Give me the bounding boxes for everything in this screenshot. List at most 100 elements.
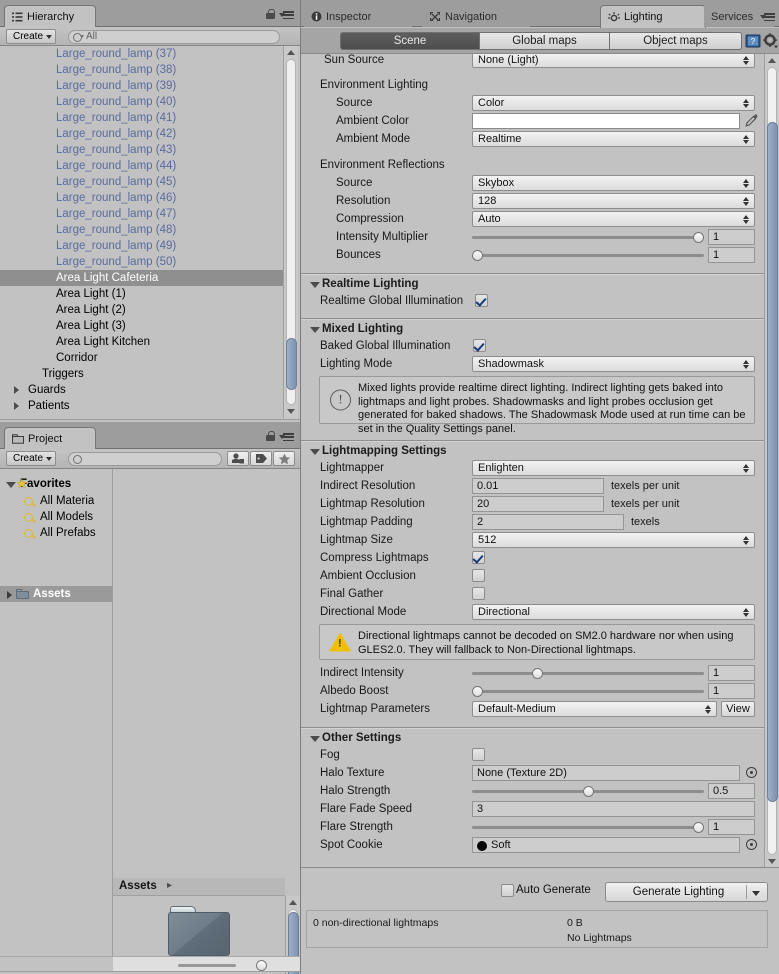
indirect-resolution-input[interactable]: 0.01 [472,478,604,494]
realtime-gi-checkbox[interactable] [475,294,488,307]
ambient-occlusion-checkbox[interactable] [472,569,485,582]
gear-icon[interactable] [763,33,778,52]
sun-source-dropdown[interactable]: None (Light) [472,54,755,68]
compress-lightmaps-checkbox[interactable] [472,551,485,564]
ambient-mode-dropdown[interactable]: Realtime [472,131,755,147]
tab-navigation[interactable]: Navigation [422,6,530,27]
directional-mode-dropdown[interactable]: Directional [472,604,755,620]
baked-gi-checkbox[interactable] [473,339,486,352]
hierarchy-item[interactable]: Large_round_lamp (37) [0,46,283,62]
flare-strength-value[interactable]: 1 [708,819,755,835]
lighting-settings-scroll-area[interactable]: Sun Source None (Light) Environment Ligh… [300,54,765,868]
hierarchy-create-button[interactable]: Create [6,29,57,44]
hierarchy-item[interactable]: Area Light (1) [0,286,283,302]
breadcrumb-assets[interactable]: Assets [119,880,157,892]
hierarchy-item[interactable]: Large_round_lamp (43) [0,142,283,158]
lighting-mode-dropdown[interactable]: Shadowmask [472,356,755,372]
refl-source-dropdown[interactable]: Skybox [472,175,755,191]
lightmapper-dropdown[interactable]: Enlighten [472,460,755,476]
label-filter-icon[interactable] [250,451,272,466]
mode-scene-button[interactable]: Scene [340,32,480,50]
tab-hierarchy[interactable]: Hierarchy [4,5,96,28]
hierarchy-item-foldout-icon[interactable] [14,386,19,394]
tab-inspector[interactable]: Inspector [304,6,412,27]
bounces-value[interactable]: 1 [708,247,755,263]
scroll-up-icon[interactable] [765,54,779,67]
foldout-icon[interactable] [310,449,320,455]
lighting-vertical-scrollbar[interactable] [764,54,779,868]
hierarchy-item[interactable]: Large_round_lamp (39) [0,78,283,94]
assets-foldout-icon[interactable] [7,591,12,599]
refl-resolution-dropdown[interactable]: 128 [472,193,755,209]
other-settings-header[interactable]: Other Settings [310,732,401,744]
hierarchy-item[interactable]: Large_round_lamp (41) [0,110,283,126]
indirect-intensity-slider[interactable] [472,665,704,681]
hierarchy-item-foldout-icon[interactable] [14,402,19,410]
lightmap-size-dropdown[interactable]: 512 [472,532,755,548]
albedo-boost-slider[interactable] [472,683,704,699]
lightmap-parameters-view-button[interactable]: View [721,701,755,717]
lightmap-padding-input[interactable]: 2 [472,514,624,530]
tab-lighting[interactable]: Lighting [600,5,706,28]
lightmap-resolution-input[interactable]: 20 [472,496,604,512]
mode-object-maps-button[interactable]: Object maps [610,32,742,50]
lightmap-parameters-dropdown[interactable]: Default-Medium [472,701,717,717]
lock-icon[interactable] [266,9,275,19]
project-create-button[interactable]: Create [6,451,57,466]
foldout-icon[interactable] [310,282,320,288]
hierarchy-item[interactable]: Area Light Kitchen [0,334,283,350]
hierarchy-item[interactable]: Corridor [0,350,283,366]
eyedropper-icon[interactable] [744,113,758,131]
indirect-intensity-value[interactable]: 1 [708,665,755,681]
scroll-down-icon[interactable] [284,405,298,418]
lighting-panel-menu-icon[interactable] [760,13,775,22]
hierarchy-item[interactable]: Large_round_lamp (46) [0,190,283,206]
help-book-icon[interactable]: ? [745,33,761,52]
object-picker-icon[interactable] [746,767,757,778]
project-assets-root[interactable]: Assets [33,588,71,600]
hierarchy-item[interactable]: Triggers [0,366,283,382]
asset-filter-icon[interactable] [227,451,249,466]
intensity-multiplier-slider[interactable] [472,229,704,245]
project-menu-icon[interactable] [279,433,294,442]
hierarchy-item[interactable]: Guards [0,382,283,398]
auto-generate-checkbox[interactable] [501,884,514,897]
project-zoom-slider-knob[interactable] [256,960,267,971]
hierarchy-item[interactable]: Patients [0,398,283,414]
flare-fade-speed-input[interactable]: 3 [472,801,755,817]
project-tree-pane[interactable]: Favorites ★ All Materia All Models All Pre… [0,469,113,959]
mode-global-maps-button[interactable]: Global maps [480,32,610,50]
generate-lighting-button[interactable]: Generate Lighting [605,882,768,902]
scroll-up-icon[interactable] [286,896,300,909]
panel-menu-icon[interactable] [279,11,294,20]
foldout-icon[interactable] [310,327,320,333]
realtime-lighting-header[interactable]: Realtime Lighting [310,278,418,290]
hierarchy-item[interactable]: Large_round_lamp (40) [0,94,283,110]
tab-project[interactable]: Project [4,427,96,450]
hierarchy-item[interactable]: Large_round_lamp (42) [0,126,283,142]
hierarchy-item[interactable]: Area Light (3) [0,318,283,334]
hierarchy-item[interactable]: Large_round_lamp (47) [0,206,283,222]
hierarchy-item[interactable]: Large_round_lamp (38) [0,62,283,78]
favorites-foldout-icon[interactable] [6,482,16,488]
bounces-slider[interactable] [472,247,704,263]
project-lock-icon[interactable] [266,431,275,441]
chevron-down-icon[interactable] [752,891,760,896]
hierarchy-tree[interactable]: Large_round_lamp (37) Large_round_lamp (3… [0,46,283,418]
halo-strength-value[interactable]: 0.5 [708,783,755,799]
hierarchy-item[interactable]: Large_round_lamp (50) [0,254,283,270]
ambient-color-swatch[interactable] [472,113,740,129]
hierarchy-search-input[interactable]: All [68,30,280,44]
project-search-input[interactable] [68,452,222,466]
hierarchy-item[interactable]: Large_round_lamp (45) [0,174,283,190]
hierarchy-item[interactable]: Large_round_lamp (48) [0,222,283,238]
lighting-scroll-thumb[interactable] [767,122,778,802]
scroll-up-icon[interactable] [284,46,298,59]
fog-checkbox[interactable] [472,748,485,761]
refl-compression-dropdown[interactable]: Auto [472,211,755,227]
final-gather-checkbox[interactable] [472,587,485,600]
lightmapping-settings-header[interactable]: Lightmapping Settings [310,445,447,457]
spot-cookie-object-field[interactable]: Soft [472,837,740,853]
env-source-dropdown[interactable]: Color [472,95,755,111]
hierarchy-vertical-scrollbar[interactable] [283,46,298,418]
